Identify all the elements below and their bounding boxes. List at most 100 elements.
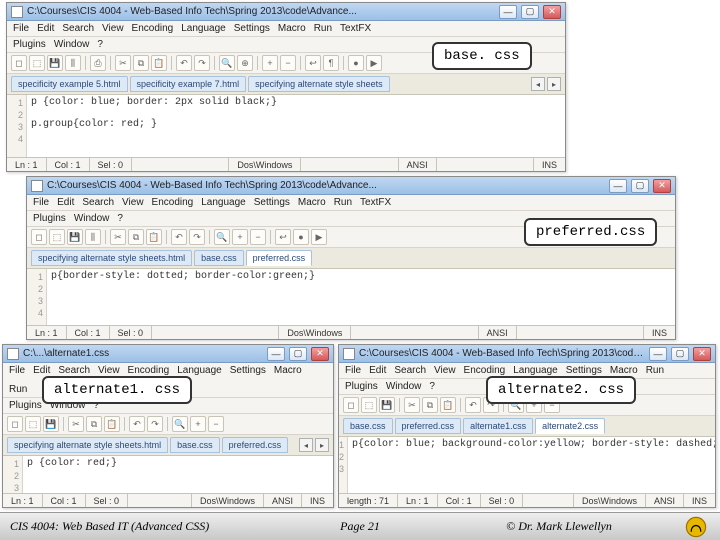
code-text[interactable]: p {color: red;} bbox=[23, 456, 333, 493]
zoom-out-icon[interactable]: − bbox=[250, 229, 266, 245]
menu-encoding[interactable]: Encoding bbox=[132, 23, 174, 34]
tab-active[interactable]: alternate2.css bbox=[535, 418, 605, 434]
menu-macro[interactable]: Macro bbox=[610, 365, 638, 376]
menu-window[interactable]: Window bbox=[386, 381, 422, 392]
menu-view[interactable]: View bbox=[102, 23, 124, 34]
maximize-button[interactable]: ▢ bbox=[631, 179, 649, 193]
new-icon[interactable]: ◻ bbox=[31, 229, 47, 245]
zoom-in-icon[interactable]: + bbox=[232, 229, 248, 245]
menu-run[interactable]: Run bbox=[314, 23, 332, 34]
menu-language[interactable]: Language bbox=[181, 23, 226, 34]
minimize-button[interactable]: — bbox=[499, 5, 517, 19]
cut-icon[interactable]: ✂ bbox=[68, 416, 84, 432]
menu-window[interactable]: Window bbox=[74, 213, 110, 224]
menu-file[interactable]: File bbox=[33, 197, 49, 208]
undo-icon[interactable]: ↶ bbox=[171, 229, 187, 245]
new-icon[interactable]: ◻ bbox=[343, 397, 359, 413]
copy-icon[interactable]: ⧉ bbox=[86, 416, 102, 432]
menu-run[interactable]: Run bbox=[646, 365, 664, 376]
save-icon[interactable]: 💾 bbox=[43, 416, 59, 432]
menu-edit[interactable]: Edit bbox=[33, 365, 50, 376]
menu-language[interactable]: Language bbox=[513, 365, 558, 376]
code-text[interactable]: p {color: blue; border: 2px solid black;… bbox=[27, 95, 565, 157]
menu-search[interactable]: Search bbox=[394, 365, 426, 376]
redo-icon[interactable]: ↷ bbox=[189, 229, 205, 245]
wrap-icon[interactable]: ↩ bbox=[305, 55, 321, 71]
tab[interactable]: specificity example 7.html bbox=[130, 76, 247, 92]
menu-search[interactable]: Search bbox=[58, 365, 90, 376]
menu-macro[interactable]: Macro bbox=[274, 365, 302, 376]
menu-view[interactable]: View bbox=[98, 365, 120, 376]
menu-window[interactable]: Window bbox=[54, 39, 90, 50]
record-icon[interactable]: ● bbox=[293, 229, 309, 245]
cut-icon[interactable]: ✂ bbox=[115, 55, 131, 71]
tab[interactable]: preferred.css bbox=[395, 418, 462, 434]
paste-icon[interactable]: 📋 bbox=[104, 416, 120, 432]
saveall-icon[interactable]: ⫼ bbox=[65, 55, 81, 71]
menu-edit[interactable]: Edit bbox=[57, 197, 74, 208]
menu-language[interactable]: Language bbox=[201, 197, 246, 208]
replace-icon[interactable]: ⊕ bbox=[237, 55, 253, 71]
paste-icon[interactable]: 📋 bbox=[151, 55, 167, 71]
open-icon[interactable]: ⬚ bbox=[25, 416, 41, 432]
tab[interactable]: specificity example 5.html bbox=[11, 76, 128, 92]
copy-icon[interactable]: ⧉ bbox=[128, 229, 144, 245]
new-icon[interactable]: ◻ bbox=[11, 55, 27, 71]
open-icon[interactable]: ⬚ bbox=[29, 55, 45, 71]
tab[interactable]: specifying alternate style sheets.html bbox=[7, 437, 168, 453]
menu-settings[interactable]: Settings bbox=[230, 365, 266, 376]
menu-run[interactable]: Run bbox=[9, 384, 27, 395]
record-icon[interactable]: ● bbox=[348, 55, 364, 71]
tab-scroll-left-icon[interactable]: ◂ bbox=[531, 77, 545, 91]
menu-view[interactable]: View bbox=[434, 365, 456, 376]
tab[interactable]: specifying alternate style sheets bbox=[248, 76, 390, 92]
menu-run[interactable]: Run bbox=[334, 197, 352, 208]
find-icon[interactable]: 🔍 bbox=[172, 416, 188, 432]
find-icon[interactable]: 🔍 bbox=[219, 55, 235, 71]
tab[interactable]: preferred.css bbox=[222, 437, 289, 453]
play-icon[interactable]: ▶ bbox=[311, 229, 327, 245]
menu-settings[interactable]: Settings bbox=[566, 365, 602, 376]
close-button[interactable]: ✕ bbox=[311, 347, 329, 361]
menu-file[interactable]: File bbox=[345, 365, 361, 376]
code-area[interactable]: 1 2 3 p {color: red;} bbox=[3, 456, 333, 493]
save-icon[interactable]: 💾 bbox=[47, 55, 63, 71]
tab[interactable]: base.css bbox=[194, 250, 244, 266]
menu-help[interactable]: ? bbox=[117, 213, 123, 224]
undo-icon[interactable]: ↶ bbox=[465, 397, 481, 413]
menu-help[interactable]: ? bbox=[97, 39, 103, 50]
code-area[interactable]: 1 2 3 4 p{border-style: dotted; border-c… bbox=[27, 269, 675, 325]
maximize-button[interactable]: ▢ bbox=[289, 347, 307, 361]
tab-scroll-right-icon[interactable]: ▸ bbox=[315, 438, 329, 452]
zoom-out-icon[interactable]: − bbox=[208, 416, 224, 432]
zoom-in-icon[interactable]: + bbox=[262, 55, 278, 71]
menu-help[interactable]: ? bbox=[429, 381, 435, 392]
tab[interactable]: alternate1.css bbox=[463, 418, 533, 434]
play-icon[interactable]: ▶ bbox=[366, 55, 382, 71]
menu-file[interactable]: File bbox=[13, 23, 29, 34]
code-text[interactable]: p{color: blue; background-color:yellow; … bbox=[348, 437, 715, 493]
cut-icon[interactable]: ✂ bbox=[110, 229, 126, 245]
menu-macro[interactable]: Macro bbox=[298, 197, 326, 208]
menu-search[interactable]: Search bbox=[82, 197, 114, 208]
menu-search[interactable]: Search bbox=[62, 23, 94, 34]
tab[interactable]: specifying alternate style sheets.html bbox=[31, 250, 192, 266]
close-button[interactable]: ✕ bbox=[653, 179, 671, 193]
close-button[interactable]: ✕ bbox=[543, 5, 561, 19]
copy-icon[interactable]: ⧉ bbox=[133, 55, 149, 71]
tab-scroll-left-icon[interactable]: ◂ bbox=[299, 438, 313, 452]
maximize-button[interactable]: ▢ bbox=[671, 347, 689, 361]
menu-textfx[interactable]: TextFX bbox=[340, 23, 371, 34]
menu-textfx[interactable]: TextFX bbox=[360, 197, 391, 208]
paste-icon[interactable]: 📋 bbox=[146, 229, 162, 245]
open-icon[interactable]: ⬚ bbox=[49, 229, 65, 245]
menu-encoding[interactable]: Encoding bbox=[152, 197, 194, 208]
menu-settings[interactable]: Settings bbox=[234, 23, 270, 34]
tab-active[interactable]: preferred.css bbox=[246, 250, 313, 266]
menu-plugins[interactable]: Plugins bbox=[345, 381, 378, 392]
tab-scroll-right-icon[interactable]: ▸ bbox=[547, 77, 561, 91]
tab[interactable]: base.css bbox=[170, 437, 220, 453]
menu-file[interactable]: File bbox=[9, 365, 25, 376]
cut-icon[interactable]: ✂ bbox=[404, 397, 420, 413]
close-button[interactable]: ✕ bbox=[693, 347, 711, 361]
